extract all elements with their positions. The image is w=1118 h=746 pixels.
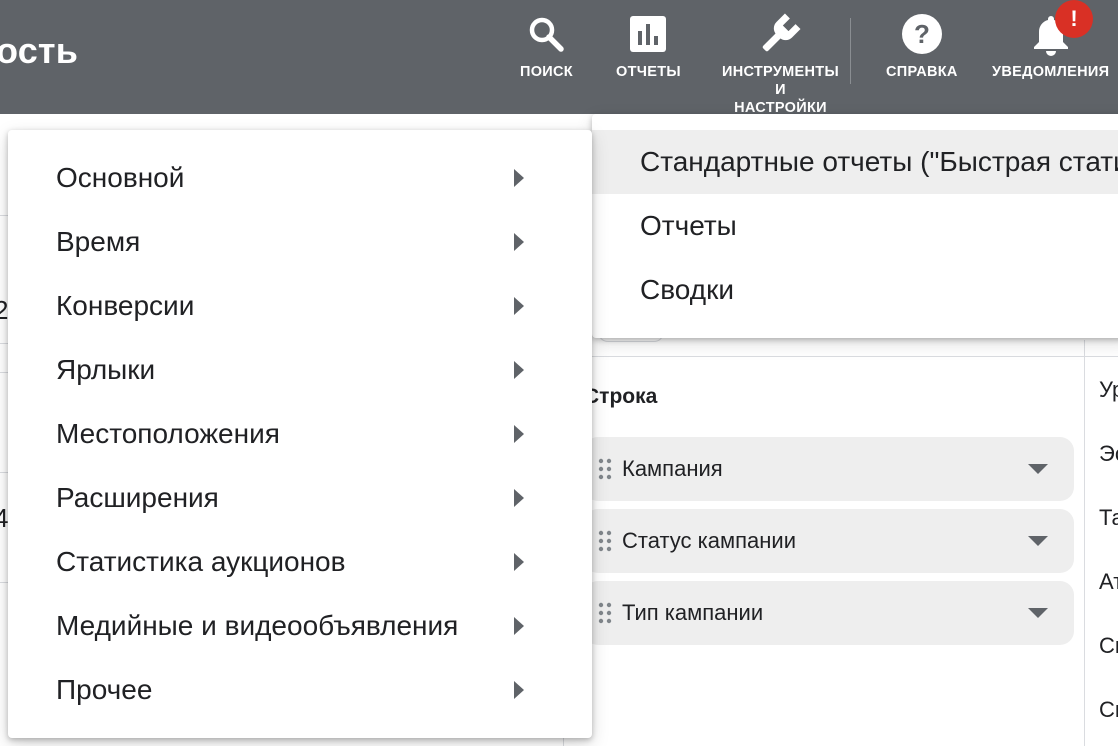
chevron-right-icon <box>514 425 524 443</box>
menu-item-extensions[interactable]: Расширения <box>8 466 592 530</box>
section-divider <box>590 356 1118 357</box>
right-column-item[interactable]: Ур <box>1099 377 1118 403</box>
search-label: ПОИСК <box>520 64 573 80</box>
top-app-bar: ость ПОИСК ОТЧЕТЫ ИНСТРУМЕНТЫ И НАСТРОЙК… <box>0 0 1118 114</box>
right-column-item[interactable]: Та <box>1099 505 1118 531</box>
notification-badge: ! <box>1055 0 1093 38</box>
help-label: СПРАВКА <box>886 64 958 80</box>
tools-label-line1: ИНСТРУМЕНТЫ <box>722 64 839 80</box>
tools-settings-button[interactable]: ИНСТРУМЕНТЫ И НАСТРОЙКИ <box>722 10 839 114</box>
right-column-item[interactable]: Сп <box>1099 633 1118 659</box>
menu-item-label: Местоположения <box>56 418 280 449</box>
chevron-right-icon <box>514 553 524 571</box>
report-categories-menu: Основной Время Конверсии Ярлыки Местопол… <box>8 130 592 738</box>
right-column-item[interactable]: Эс <box>1099 441 1118 467</box>
dropdown-arrow-icon[interactable] <box>1028 608 1048 618</box>
menu-item-label: Прочее <box>56 674 153 705</box>
reports-submenu: Стандартные отчеты ("Быстрая статистика"… <box>592 114 1118 338</box>
help-icon: ? <box>898 10 946 58</box>
svg-text:?: ? <box>914 19 930 49</box>
menu-item-basic[interactable]: Основной <box>8 146 592 210</box>
submenu-item-dashboards[interactable]: Сводки <box>592 258 1118 322</box>
chevron-right-icon <box>514 617 524 635</box>
chip-label: Тип кампании <box>622 600 764 625</box>
tools-label-line2: И <box>775 82 786 98</box>
right-column-item[interactable]: Ат <box>1099 569 1118 595</box>
menu-item-label: Расширения <box>56 482 219 513</box>
chip-label: Кампания <box>622 456 723 481</box>
search-icon <box>522 10 570 58</box>
reports-label: ОТЧЕТЫ <box>616 64 681 80</box>
submenu-item-reports[interactable]: Отчеты <box>592 194 1118 258</box>
menu-item-label: Конверсии <box>56 290 195 321</box>
menu-item-label: Время <box>56 226 141 257</box>
menu-item-time[interactable]: Время <box>8 210 592 274</box>
menu-item-locations[interactable]: Местоположения <box>8 402 592 466</box>
chevron-right-icon <box>514 169 524 187</box>
menu-item-auction-insights[interactable]: Статистика аукционов <box>8 530 592 594</box>
bar-chart-icon <box>624 10 672 58</box>
row-chip-campaign[interactable]: Кампания <box>584 437 1074 501</box>
menu-item-label: Медийные и видеообъявления <box>56 610 459 641</box>
wrench-icon <box>756 10 804 58</box>
divider-line <box>0 372 8 373</box>
menu-item-conversions[interactable]: Конверсии <box>8 274 592 338</box>
page-title: ость <box>0 30 79 71</box>
menu-item-label: Основной <box>56 162 185 193</box>
drag-handle-icon[interactable] <box>590 602 620 624</box>
chevron-right-icon <box>514 233 524 251</box>
menu-item-display-video[interactable]: Медийные и видеообъявления <box>8 594 592 658</box>
chevron-right-icon <box>514 361 524 379</box>
column-divider <box>1084 340 1085 746</box>
menu-item-label: Ярлыки <box>56 354 156 385</box>
submenu-item-standard-reports[interactable]: Стандартные отчеты ("Быстрая статистика"… <box>592 130 1118 194</box>
divider-line <box>0 472 8 473</box>
tools-label-line3: НАСТРОЙКИ <box>734 100 827 114</box>
toolbar-divider <box>850 18 851 84</box>
search-button[interactable]: ПОИСК <box>520 10 573 81</box>
notifications-label: УВЕДОМЛЕНИЯ <box>992 64 1110 80</box>
divider-line <box>0 582 8 583</box>
help-button[interactable]: ? СПРАВКА <box>886 10 958 81</box>
drag-handle-icon[interactable] <box>590 530 620 552</box>
dropdown-arrow-icon[interactable] <box>1028 464 1048 474</box>
tools-settings-label: ИНСТРУМЕНТЫ И НАСТРОЙКИ <box>722 63 839 114</box>
row-section-heading: Строка <box>584 385 658 408</box>
row-chip-campaign-type[interactable]: Тип кампании <box>584 581 1074 645</box>
divider-line <box>0 343 8 344</box>
menu-item-label: Статистика аукционов <box>56 546 346 577</box>
menu-item-other[interactable]: Прочее <box>8 658 592 722</box>
menu-item-labels[interactable]: Ярлыки <box>8 338 592 402</box>
chevron-right-icon <box>514 489 524 507</box>
chip-label: Статус кампании <box>622 528 797 553</box>
chevron-right-icon <box>514 297 524 315</box>
row-chip-campaign-status[interactable]: Статус кампании <box>584 509 1074 573</box>
dropdown-arrow-icon[interactable] <box>1028 536 1048 546</box>
drag-handle-icon[interactable] <box>590 458 620 480</box>
reports-button[interactable]: ОТЧЕТЫ <box>616 10 681 81</box>
chevron-right-icon <box>514 681 524 699</box>
right-column-item[interactable]: Сп <box>1099 697 1118 723</box>
divider-line <box>0 215 8 216</box>
